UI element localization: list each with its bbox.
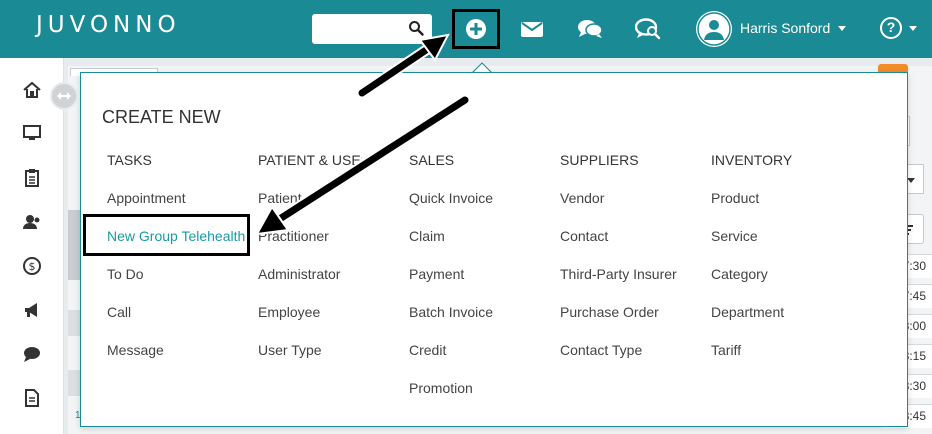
create-department-link[interactable]: Department	[711, 304, 859, 342]
create-patient-link[interactable]: Patient	[258, 190, 406, 228]
megaphone-icon[interactable]	[22, 300, 42, 320]
chat-bubbles-icon	[578, 20, 603, 38]
chat-icon[interactable]	[22, 344, 42, 364]
create-contact-type-link[interactable]: Contact Type	[560, 342, 708, 380]
document-icon[interactable]	[22, 388, 42, 408]
column-heading: PATIENT & USER	[258, 152, 362, 168]
help-menu-caret-icon[interactable]	[909, 26, 917, 31]
create-practitioner-link[interactable]: Practitioner	[258, 228, 406, 266]
plus-circle-icon	[466, 19, 486, 39]
user-avatar-icon	[697, 12, 731, 46]
highlight-box	[83, 214, 250, 256]
create-product-link[interactable]: Product	[711, 190, 859, 228]
create-category-link[interactable]: Category	[711, 266, 859, 304]
create-message-link[interactable]: Message	[107, 342, 255, 380]
user-menu-caret-icon[interactable]	[838, 26, 846, 31]
create-payment-link[interactable]: Payment	[409, 266, 557, 304]
chat-button[interactable]	[573, 12, 607, 46]
create-administrator-link[interactable]: Administrator	[258, 266, 406, 304]
create-third-party-insurer-link[interactable]: Third-Party Insurer	[560, 266, 708, 304]
create-claim-link[interactable]: Claim	[409, 228, 557, 266]
create-call-link[interactable]: Call	[107, 304, 255, 342]
users-icon[interactable]	[22, 212, 42, 232]
top-navigation-bar: JUVONNO Harris Sonford ?	[0, 0, 932, 58]
clipboard-icon[interactable]	[22, 168, 42, 188]
create-service-link[interactable]: Service	[711, 228, 859, 266]
sales-column: SALES Quick Invoice Claim Payment Batch …	[409, 152, 557, 418]
create-batch-invoice-link[interactable]: Batch Invoice	[409, 304, 557, 342]
svg-text:$: $	[29, 260, 36, 273]
inventory-column: INVENTORY Product Service Category Depar…	[711, 152, 859, 380]
messages-button[interactable]	[515, 12, 549, 46]
chat-search-icon	[635, 18, 661, 40]
create-credit-link[interactable]: Credit	[409, 342, 557, 380]
expand-arrows-icon	[57, 92, 71, 100]
suppliers-column: SUPPLIERS Vendor Contact Third-Party Ins…	[560, 152, 708, 380]
envelope-icon	[521, 22, 543, 37]
column-heading: TASKS	[107, 152, 152, 168]
create-user-type-link[interactable]: User Type	[258, 342, 406, 380]
create-new-button[interactable]	[452, 9, 500, 49]
dollar-icon[interactable]: $	[22, 256, 42, 276]
create-quick-invoice-link[interactable]: Quick Invoice	[409, 190, 557, 228]
column-heading: SUPPLIERS	[560, 152, 639, 168]
dropdown-title: CREATE NEW	[102, 107, 221, 127]
column-heading: SALES	[409, 152, 455, 168]
create-to-do-link[interactable]: To Do	[107, 266, 255, 304]
create-tariff-link[interactable]: Tariff	[711, 342, 859, 380]
chat-search-button[interactable]	[631, 12, 665, 46]
create-purchase-order-link[interactable]: Purchase Order	[560, 304, 708, 342]
brand-logo[interactable]: JUVONNO	[36, 12, 181, 38]
search-input[interactable]	[312, 14, 432, 44]
create-employee-link[interactable]: Employee	[258, 304, 406, 342]
create-vendor-link[interactable]: Vendor	[560, 190, 708, 228]
monitor-icon[interactable]	[22, 123, 42, 143]
column-heading: INVENTORY	[711, 152, 793, 168]
user-name[interactable]: Harris Sonford	[740, 20, 830, 36]
tasks-column: TASKS Appointment New Group Telehealth T…	[107, 152, 255, 380]
help-icon[interactable]: ?	[880, 17, 902, 39]
avatar[interactable]	[696, 11, 732, 47]
sidebar-collapse-button[interactable]	[50, 82, 78, 110]
home-icon[interactable]	[22, 80, 42, 100]
sidebar: $	[0, 58, 64, 434]
patient-user-column: PATIENT & USER Patient Practitioner Admi…	[258, 152, 406, 380]
search-icon[interactable]	[408, 20, 424, 36]
create-contact-link[interactable]: Contact	[560, 228, 708, 266]
create-promotion-link[interactable]: Promotion	[409, 380, 557, 418]
